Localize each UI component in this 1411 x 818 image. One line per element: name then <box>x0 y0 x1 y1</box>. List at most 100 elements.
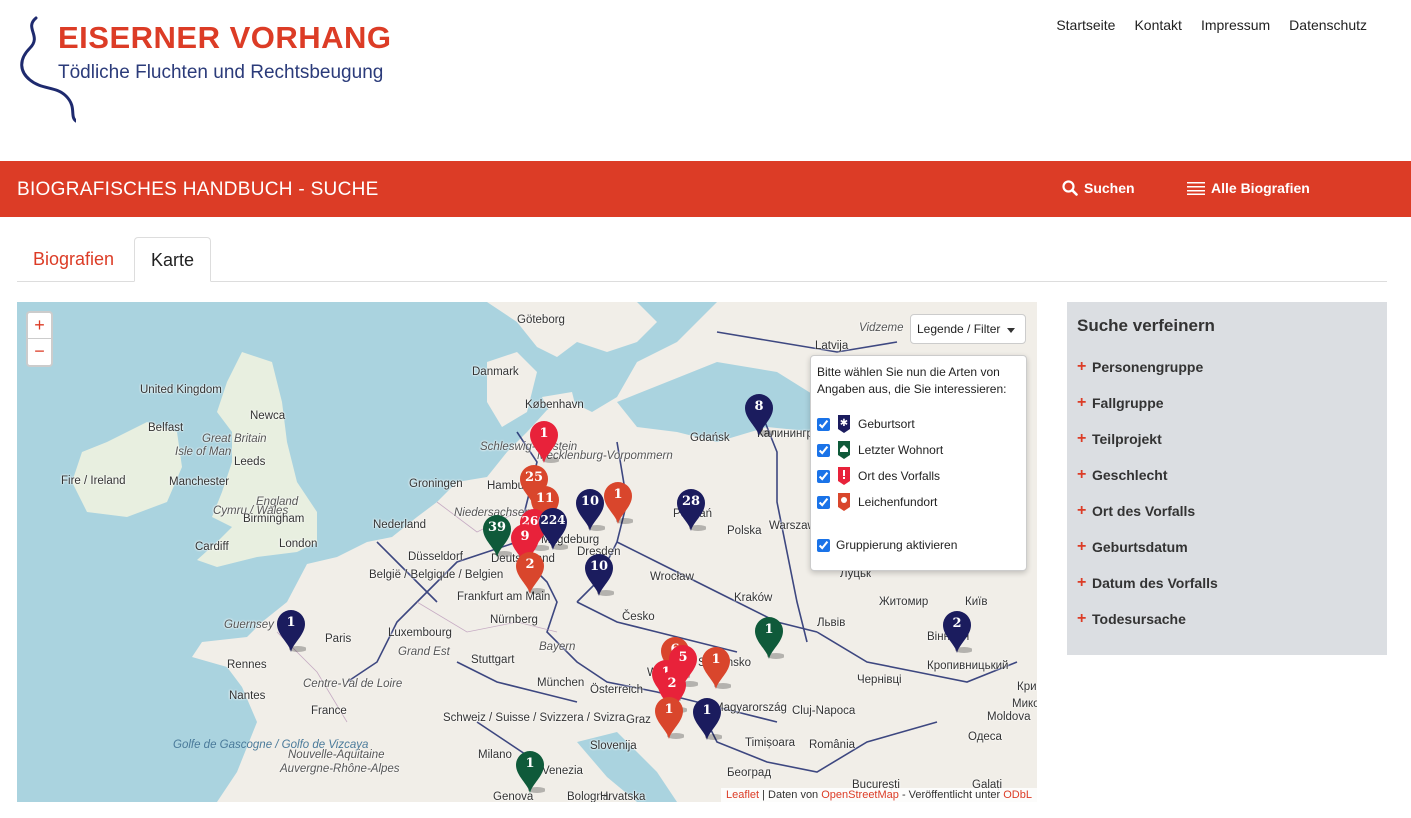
place-label: München <box>537 677 585 689</box>
marker-cluster-geburt[interactable]: 28 <box>676 488 706 532</box>
filter-label: Fallgruppe <box>1092 395 1164 411</box>
fundort-label: Leichenfundort <box>858 495 938 509</box>
marker-count: 1 <box>711 652 721 667</box>
legend-row-vorfall: Ort des Vorfalls <box>817 466 940 486</box>
section-bar: BIOGRAFISCHES HANDBUCH - SUCHE Suchen Al… <box>0 161 1411 217</box>
marker-count: 10 <box>589 559 609 574</box>
place-label: Paris <box>325 633 352 645</box>
marker-cluster-wohnort[interactable]: 39 <box>482 514 512 558</box>
marker-cluster-fund[interactable]: 1 <box>701 646 731 690</box>
zoom-in-button[interactable]: + <box>28 313 51 339</box>
fundort-checkbox[interactable] <box>817 495 830 509</box>
view-tabs: Biografien Karte <box>17 237 1387 282</box>
filter-datum-des-vorfalls[interactable]: + Datum des Vorfalls <box>1077 565 1377 601</box>
vorfall-checkbox[interactable] <box>817 469 830 483</box>
marker-count: 2 <box>667 676 677 691</box>
search-button[interactable]: Suchen <box>1062 180 1135 196</box>
leaflet-link[interactable]: Leaflet <box>726 789 759 801</box>
geburtsort-checkbox[interactable] <box>817 417 830 431</box>
map-canvas[interactable]: + − Göteborg Danmark København Latvija Vidze… <box>17 302 1037 802</box>
place-label: Cardiff <box>195 541 229 553</box>
place-label: Житомир <box>879 596 929 608</box>
grouping-label: Gruppierung aktivieren <box>836 538 958 552</box>
marker-cluster-wohnort[interactable]: 1 <box>515 750 545 794</box>
filter-fallgruppe[interactable]: + Fallgruppe <box>1077 385 1377 421</box>
marker-cluster-vorfall[interactable]: 1 <box>529 420 559 464</box>
filter-label: Teilprojekt <box>1092 431 1162 447</box>
plus-icon: + <box>1077 466 1087 483</box>
place-label: Schweiz / Suisse / Svizzera / Svizra <box>443 712 626 724</box>
place-label: Guernsey <box>224 619 274 631</box>
marker-cluster-geburt[interactable]: 10 <box>575 488 605 532</box>
place-label: Hrvatska <box>600 791 646 802</box>
logo-title: EISERNER VORHANG <box>58 20 392 55</box>
place-label: Danmark <box>472 366 519 378</box>
site-logo[interactable]: EISERNER VORHANG Tödliche Fluchten und R… <box>16 14 391 144</box>
nav-impressum[interactable]: Impressum <box>1201 17 1270 33</box>
nav-kontakt[interactable]: Kontakt <box>1134 17 1181 33</box>
place-label: Kraków <box>734 592 773 604</box>
place-label: Centre-Val de Loire <box>303 678 403 690</box>
filter-geburtsdatum[interactable]: + Geburtsdatum <box>1077 529 1377 565</box>
marker-cluster-geburt[interactable]: 1 <box>276 609 306 653</box>
wohnort-checkbox[interactable] <box>817 443 830 457</box>
grouping-checkbox[interactable] <box>817 538 830 552</box>
place-label: Moldova <box>987 711 1031 723</box>
filter-label: Ort des Vorfalls <box>1092 503 1196 519</box>
marker-cluster-geburt[interactable]: 2 <box>942 610 972 654</box>
zoom-out-button[interactable]: − <box>28 339 51 365</box>
osm-link[interactable]: OpenStreetMap <box>821 789 899 801</box>
marker-cluster-fund[interactable]: 1 <box>603 481 633 525</box>
place-label: Кропивницький <box>927 660 1009 672</box>
place-label: Venezia <box>542 765 583 777</box>
marker-count: 1 <box>539 426 549 441</box>
nav-datenschutz[interactable]: Datenschutz <box>1289 17 1367 33</box>
place-label: Milano <box>478 749 512 761</box>
filter-todesursache[interactable]: + Todesursache <box>1077 601 1377 637</box>
filter-ort-des-vorfalls[interactable]: + Ort des Vorfalls <box>1077 493 1377 529</box>
place-label: København <box>525 399 584 411</box>
place-label: Polska <box>727 525 762 537</box>
marker-cluster-geburt[interactable]: 1 <box>692 697 722 741</box>
filter-personengruppe[interactable]: + Personengruppe <box>1077 349 1377 385</box>
marker-count: 2 <box>952 616 962 631</box>
tab-biografien[interactable]: Biografien <box>17 237 130 282</box>
legend-filter-button[interactable]: Legende / Filter <box>910 314 1026 344</box>
marker-count: 1 <box>613 487 623 502</box>
filter-geschlecht[interactable]: + Geschlecht <box>1077 457 1377 493</box>
marker-cluster-geburt[interactable]: 10 <box>584 553 614 597</box>
place-label: Одеса <box>968 731 1002 743</box>
cross-icon <box>838 493 850 511</box>
marker-count: 10 <box>580 494 600 509</box>
marker-cluster-geburt[interactable]: 224 <box>538 507 568 551</box>
filter-teilprojekt[interactable]: + Teilprojekt <box>1077 421 1377 457</box>
marker-count: 1 <box>525 756 535 771</box>
place-label: United Kingdom <box>140 384 222 396</box>
marker-cluster-fund[interactable]: 1 <box>654 696 684 740</box>
marker-cluster-geburt[interactable]: 8 <box>744 393 774 437</box>
marker-cluster-fund[interactable]: 2 <box>515 551 545 595</box>
tab-karte[interactable]: Karte <box>134 237 212 282</box>
place-label: Isle of Man <box>175 446 232 458</box>
vorfall-label: Ort des Vorfalls <box>858 469 941 483</box>
nav-startseite[interactable]: Startseite <box>1056 17 1115 33</box>
place-label: Düsseldorf <box>408 551 463 563</box>
odbl-link[interactable]: ODbL <box>1003 789 1032 801</box>
all-biographies-button[interactable]: Alle Biografien <box>1187 180 1310 196</box>
place-label: Београд <box>727 767 772 779</box>
place-label: Belfast <box>148 422 184 434</box>
place-label: Nürnberg <box>490 614 538 626</box>
filter-list: + Personengruppe + Fallgruppe + Teilprojekt + G… <box>1077 349 1377 637</box>
marker-count: 9 <box>520 529 530 544</box>
top-navigation: Startseite Kontakt Impressum Datenschutz <box>1056 17 1367 33</box>
marker-cluster-wohnort[interactable]: 1 <box>754 616 784 660</box>
place-label: Fire / Ireland <box>61 475 126 487</box>
place-label: Luxembourg <box>388 627 452 639</box>
place-label: France <box>311 705 347 717</box>
legend-panel: Bitte wählen Sie nun die Arten von Angab… <box>810 355 1027 571</box>
filter-label: Datum des Vorfalls <box>1092 575 1218 591</box>
marker-count: 1 <box>664 702 674 717</box>
marker-count: 25 <box>524 470 544 485</box>
wohnort-label: Letzter Wohnort <box>858 443 944 457</box>
place-label: Wrocław <box>650 571 694 583</box>
